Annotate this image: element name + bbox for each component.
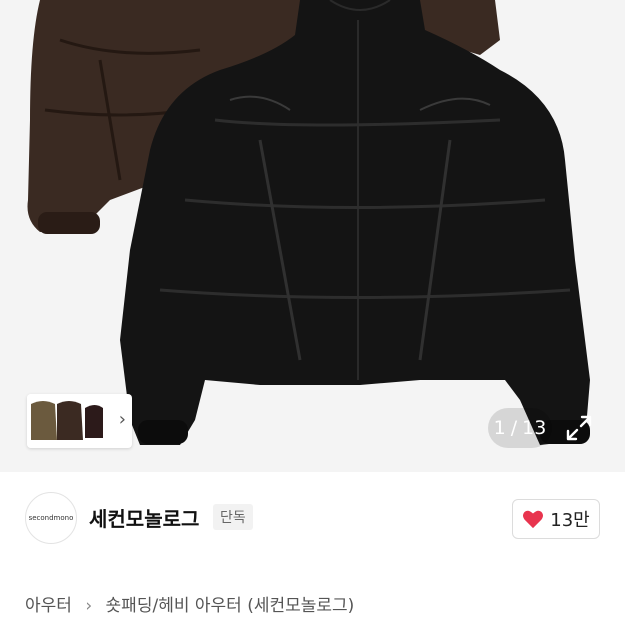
brand-logo-text: secondmono bbox=[28, 514, 74, 522]
chevron-right-icon[interactable]: › bbox=[119, 409, 126, 430]
brand-name[interactable]: 세컨모놀로그 bbox=[89, 503, 199, 532]
expand-icon[interactable] bbox=[565, 414, 593, 442]
thumbnail-images bbox=[27, 394, 107, 448]
brand-row: secondmono 세컨모놀로그 단독 13만 bbox=[0, 472, 625, 562]
product-image-gallery[interactable]: › 1 / 13 bbox=[0, 0, 625, 472]
chevron-right-icon: › bbox=[85, 596, 93, 616]
counter-current: 1 bbox=[493, 417, 506, 439]
exclusive-badge: 단독 bbox=[213, 504, 253, 530]
like-button[interactable]: 13만 bbox=[512, 499, 600, 539]
counter-total: 13 bbox=[522, 417, 547, 439]
breadcrumb: 아우터 › 숏패딩/헤비 아우터 (세컨모놀로그) bbox=[25, 591, 354, 616]
like-count: 13만 bbox=[550, 510, 590, 531]
brand-logo[interactable]: secondmono bbox=[25, 492, 77, 544]
counter-separator: / bbox=[510, 417, 518, 439]
breadcrumb-item-outer[interactable]: 아우터 bbox=[25, 591, 72, 616]
image-counter: 1 / 13 bbox=[488, 408, 552, 448]
thumbnail-strip[interactable]: › bbox=[27, 394, 132, 448]
heart-icon bbox=[523, 510, 544, 529]
breadcrumb-item-category[interactable]: 숏패딩/헤비 아우터 (세컨모놀로그) bbox=[106, 591, 355, 616]
